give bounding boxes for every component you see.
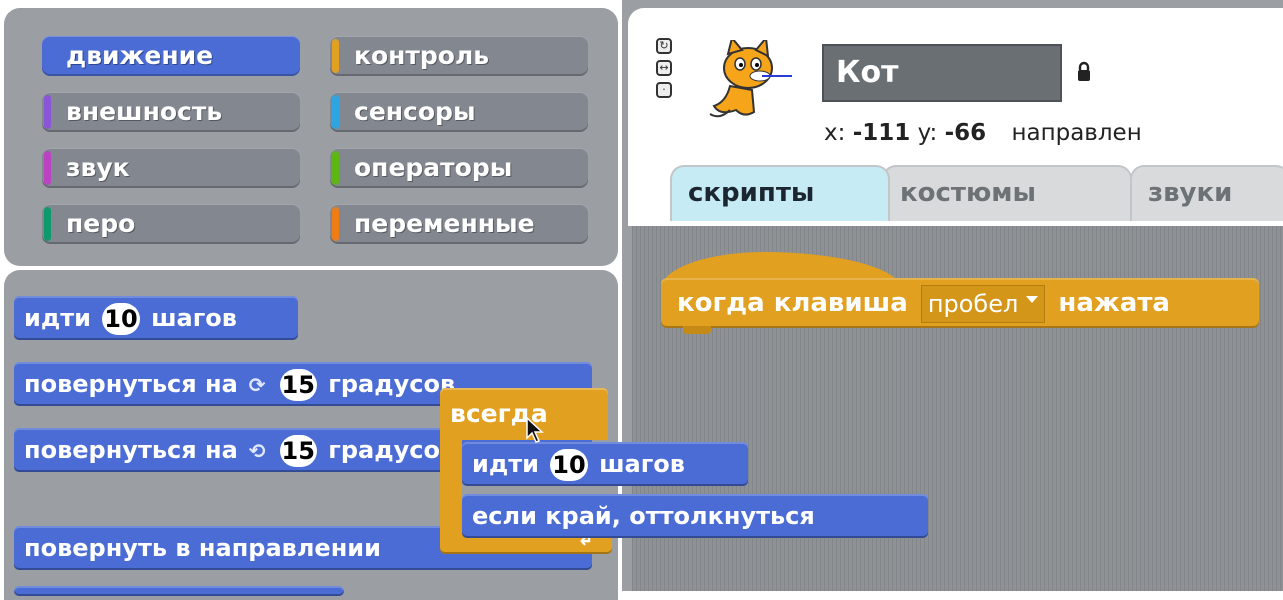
category-label: сенсоры: [354, 97, 476, 126]
tab-scripts[interactable]: скрипты: [670, 165, 890, 221]
dropdown-arrow-icon: [1026, 295, 1039, 303]
block-text: повернуться на: [24, 436, 238, 464]
category-color-stripe: [44, 151, 51, 185]
category-label: контроль: [354, 41, 490, 70]
dragged-move-steps-block[interactable]: идти 10 шагов: [462, 442, 748, 486]
x-value: -111: [852, 120, 911, 146]
category-5[interactable]: операторы: [330, 148, 588, 188]
category-color-stripe: [332, 95, 339, 129]
category-label: операторы: [354, 153, 513, 182]
category-color-stripe: [332, 207, 339, 241]
when-key-pressed-block[interactable]: когда клавиша пробел нажата: [661, 252, 1273, 334]
category-color-stripe: [44, 39, 51, 73]
category-6[interactable]: перо: [42, 204, 300, 244]
dragged-bounce-block[interactable]: если край, оттолкнуться: [462, 494, 928, 538]
category-1[interactable]: контроль: [330, 36, 588, 76]
block-text: повернуться на: [24, 370, 238, 398]
no-rotate-icon[interactable]: ·: [656, 82, 672, 98]
category-label: перо: [66, 209, 136, 238]
x-label: x:: [824, 120, 846, 146]
sprite-name-field[interactable]: Кот: [822, 44, 1062, 102]
palette-next-block[interactable]: [14, 586, 344, 596]
category-7[interactable]: переменные: [330, 204, 588, 244]
block-text: шагов: [599, 450, 685, 478]
category-label: движение: [66, 41, 214, 70]
palette-move-steps-block[interactable]: идти 10 шагов: [14, 296, 298, 340]
direction-label: направлен: [1011, 120, 1142, 146]
tab-label: костюмы: [900, 178, 1037, 208]
rotate-all-icon[interactable]: ↻: [656, 38, 672, 54]
steps-input[interactable]: 10: [102, 303, 140, 335]
category-color-stripe: [44, 95, 51, 129]
tab-sounds[interactable]: звуки: [1130, 165, 1283, 221]
forever-arm: [440, 436, 462, 520]
block-text: градусов: [328, 436, 456, 464]
category-0[interactable]: движение: [42, 36, 300, 76]
degrees-input[interactable]: 15: [279, 435, 317, 467]
sprite-tabs: костюмы звуки скрипты: [630, 165, 1283, 221]
block-text: идти: [24, 304, 91, 332]
block-text: нажата: [1058, 288, 1170, 318]
tab-label: скрипты: [688, 178, 815, 208]
category-color-stripe: [44, 207, 51, 241]
block-text: повернуть в направлении: [24, 534, 381, 562]
sprite-coordinates: x: -111 y: -66 направлен: [824, 120, 1142, 146]
category-3[interactable]: сенсоры: [330, 92, 588, 132]
mouse-pointer-icon: [526, 416, 544, 443]
degrees-input[interactable]: 15: [279, 369, 317, 401]
left-right-icon[interactable]: ↔: [656, 60, 672, 76]
block-text: идти: [472, 450, 539, 478]
tab-costumes[interactable]: костюмы: [882, 165, 1132, 221]
category-color-stripe: [332, 39, 339, 73]
key-dropdown[interactable]: пробел: [920, 284, 1046, 323]
tab-label: звуки: [1148, 178, 1233, 208]
lock-icon[interactable]: [1076, 60, 1092, 84]
hat-label: когда клавиша пробел нажата: [677, 278, 1170, 328]
block-text: шагов: [151, 304, 237, 332]
category-2[interactable]: внешность: [42, 92, 300, 132]
category-color-stripe: [332, 151, 339, 185]
category-4[interactable]: звук: [42, 148, 300, 188]
key-value: пробел: [927, 289, 1019, 318]
y-label: y:: [917, 120, 938, 146]
y-value: -66: [944, 120, 987, 146]
block-text: если край, оттолкнуться: [472, 502, 815, 530]
rotate-clockwise-icon: ⟳: [248, 373, 266, 397]
category-label: переменные: [354, 209, 535, 238]
category-label: внешность: [66, 97, 223, 126]
block-text: когда клавиша: [677, 288, 908, 318]
block-text: градусов: [328, 370, 456, 398]
cat-sprite-icon[interactable]: [700, 40, 796, 124]
rotate-counterclockwise-icon: ⟲: [248, 439, 266, 463]
steps-input[interactable]: 10: [550, 449, 588, 481]
category-label: звук: [66, 153, 130, 182]
